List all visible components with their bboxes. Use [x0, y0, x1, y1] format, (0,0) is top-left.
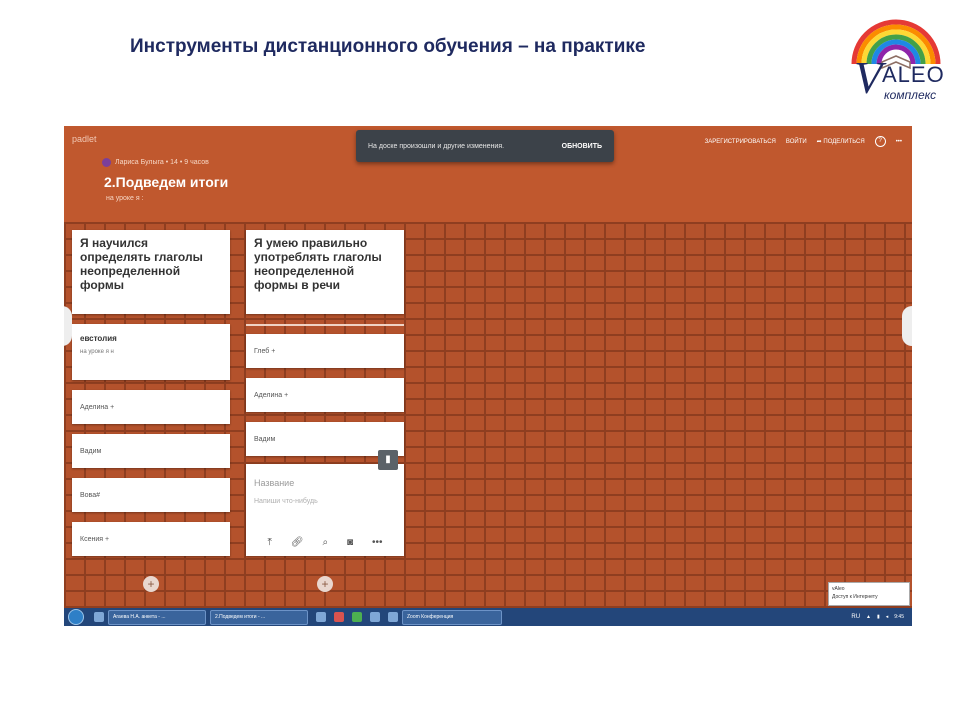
register-link[interactable]: ЗАРЕГИСТРИРОВАТЬСЯ — [705, 139, 776, 145]
tooltip-line: Доступ к Интернету — [832, 594, 878, 600]
post-card[interactable]: Аделина + — [246, 378, 404, 412]
padlet-logo[interactable]: padlet — [72, 134, 97, 144]
app-icon[interactable] — [370, 612, 380, 622]
padlet-screenshot: padlet Лариса Булыга • 14 • 9 часов 2.По… — [64, 126, 912, 626]
post-body-input[interactable]: Напиши что-нибудь — [246, 494, 404, 509]
more-icon[interactable]: ••• — [896, 139, 902, 145]
login-link[interactable]: ВОЙТИ — [786, 139, 807, 145]
post-title: Ксения + — [80, 535, 110, 543]
top-nav: ЗАРЕГИСТРИРОВАТЬСЯ ВОЙТИ ➦ ПОДЕЛИТЬСЯ ? … — [705, 136, 902, 147]
column-header-2: Я умею правильно употреблять глаголы нео… — [246, 230, 404, 314]
taskbar-item[interactable]: 2.Подведем итоги - ... — [210, 609, 308, 625]
opera-icon[interactable] — [334, 612, 344, 622]
board-subtitle: на уроке я : — [106, 195, 144, 202]
clock[interactable]: 9:45 — [894, 614, 904, 620]
scroll-left-icon[interactable] — [64, 306, 72, 346]
link-icon[interactable]: 🔗︎ — [291, 537, 304, 548]
add-post-button[interactable]: + — [143, 576, 159, 592]
update-notification: На доске произошли и другие изменения. О… — [356, 130, 614, 162]
author-text: Лариса Булыга • 14 • 9 часов — [115, 159, 209, 166]
post-title: евстолия — [80, 334, 117, 343]
system-tray: RU ▲ ▮ ◂ 9:45 — [851, 614, 912, 620]
logo-subtitle: комплекс — [884, 88, 937, 102]
network-tooltip: vAleo Доступ к Интернету — [828, 582, 910, 606]
taskbar-item[interactable]: Zoom Конференция — [402, 609, 502, 625]
board-author: Лариса Булыга • 14 • 9 часов — [102, 158, 209, 167]
post-card[interactable]: Глеб + — [246, 334, 404, 368]
post-title: Глеб + — [254, 347, 276, 355]
editor-toolbar: ⤒ 🔗︎ ⌕ ◙ ••• — [246, 537, 404, 548]
share-link[interactable]: ➦ ПОДЕЛИТЬСЯ — [817, 138, 865, 145]
delete-icon[interactable]: ▮ — [378, 450, 398, 470]
add-post-button[interactable]: + — [317, 576, 333, 592]
word-icon[interactable] — [316, 612, 326, 622]
column-header-text: Я научился определять глаголы неопределе… — [80, 236, 203, 292]
notification-text: На доске произошли и другие изменения. — [368, 142, 505, 150]
camera-icon[interactable]: ◙ — [347, 537, 353, 548]
tooltip-line: vAleo — [832, 586, 845, 592]
network-icon[interactable]: ▮ — [877, 614, 880, 620]
avatar — [102, 158, 111, 167]
post-title: Вова# — [80, 491, 100, 499]
valeo-logo: V ALEO комплекс — [846, 12, 946, 104]
windows-taskbar: Агаева Н.А. анкета - ... 2.Подведем итог… — [64, 608, 912, 626]
chrome-icon[interactable] — [352, 612, 362, 622]
board-title: 2.Подведем итоги — [104, 174, 229, 190]
post-card[interactable]: евстолия на уроке я н — [72, 324, 230, 380]
app-icon[interactable] — [388, 612, 398, 622]
column-header-text: Я умею правильно употреблять глаголы нео… — [254, 236, 382, 292]
slide-title: Инструменты дистанционного обучения – на… — [130, 36, 646, 57]
start-button[interactable] — [68, 609, 84, 625]
post-editor[interactable]: Название Напиши что-нибудь ⤒ 🔗︎ ⌕ ◙ ••• — [246, 464, 404, 556]
share-label: ПОДЕЛИТЬСЯ — [823, 139, 865, 145]
explorer-icon[interactable] — [94, 612, 104, 622]
post-title: Аделина + — [80, 403, 115, 411]
refresh-button[interactable]: ОБНОВИТЬ — [562, 143, 602, 150]
taskbar-item[interactable]: Агаева Н.А. анкета - ... — [108, 609, 206, 625]
column-header-1: Я научился определять глаголы неопределе… — [72, 230, 230, 314]
volume-icon[interactable]: ◂ — [886, 614, 889, 620]
logo-word: ALEO — [882, 62, 945, 87]
column-divider — [246, 324, 404, 326]
search-icon[interactable]: ⌕ — [322, 537, 328, 548]
upload-icon[interactable]: ⤒ — [267, 537, 271, 548]
logo-letter: V — [854, 52, 883, 103]
post-card[interactable]: Аделина + — [72, 390, 230, 424]
help-icon[interactable]: ? — [874, 136, 886, 147]
tray-icon[interactable]: ▲ — [866, 614, 871, 620]
post-card[interactable]: Вадим — [72, 434, 230, 468]
post-title: Аделина + — [254, 391, 289, 399]
scroll-right-icon[interactable] — [902, 306, 912, 346]
more-icon[interactable]: ••• — [372, 537, 383, 548]
post-card[interactable]: Вова# — [72, 478, 230, 512]
post-card[interactable]: Ксения + — [72, 522, 230, 556]
language-indicator[interactable]: RU — [851, 614, 860, 620]
post-body: на уроке я н — [80, 349, 114, 355]
post-title: Вадим — [80, 447, 102, 455]
